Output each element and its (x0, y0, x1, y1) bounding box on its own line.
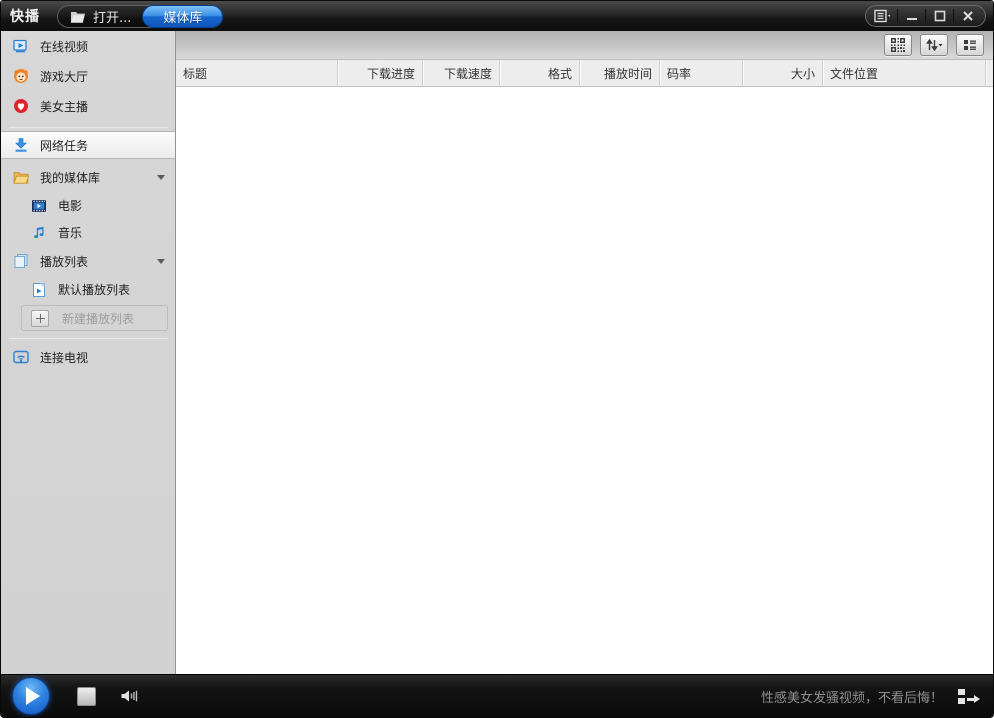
online-video-icon (13, 38, 29, 54)
sidebar-item-label: 电影 (58, 197, 82, 214)
sidebar-item-label: 在线视频 (40, 38, 88, 55)
sidebar-item-game-hall[interactable]: 游戏大厅 (1, 61, 175, 91)
sidebar-item-label: 默认播放列表 (58, 281, 130, 298)
column-header-download-progress[interactable]: 下载进度 (337, 60, 422, 86)
close-icon (962, 10, 974, 22)
app-logo: 快播 (10, 6, 40, 26)
main-panel: 标题 下载进度 下载速度 格式 播放时间 码率 大小 文件位置 (176, 31, 993, 674)
tab-media-library[interactable]: 媒体库 (142, 5, 223, 28)
music-note-icon (31, 225, 47, 241)
bottom-right-group: 性感美女发骚视频，不看后悔！ (761, 687, 980, 706)
sort-icon (925, 38, 943, 52)
sidebar-item-label: 网络任务 (40, 137, 88, 154)
divider (9, 338, 168, 339)
sidebar-item-label: 我的媒体库 (40, 169, 100, 186)
open-file-button[interactable]: 打开... (58, 6, 143, 27)
media-library-label: 媒体库 (163, 7, 202, 26)
content-toolbar (176, 31, 993, 59)
promo-text[interactable]: 性感美女发骚视频，不看后悔！ (761, 687, 943, 706)
titlebar-tab-group: 打开... 媒体库 (57, 5, 223, 28)
qr-code-icon (891, 38, 905, 52)
window-controls (865, 5, 986, 27)
playback-bar: 性感美女发骚视频，不看后悔！ (1, 674, 993, 717)
main-body: 在线视频 游戏大厅 (1, 31, 993, 674)
game-hall-icon (13, 68, 29, 84)
app-window: 快播 打开... 媒体库 (0, 0, 994, 718)
play-button[interactable] (12, 677, 50, 715)
open-file-label: 打开... (93, 7, 131, 26)
maximize-button[interactable] (926, 6, 953, 26)
sort-button[interactable] (920, 34, 948, 56)
list-view-icon (963, 39, 977, 51)
beauty-anchor-icon (13, 98, 29, 114)
sidebar-item-label: 游戏大厅 (40, 68, 88, 85)
play-icon (26, 687, 40, 705)
qr-code-button[interactable] (884, 34, 912, 56)
sidebar-item-movies[interactable]: 电影 (1, 192, 175, 219)
sidebar-item-music[interactable]: 音乐 (1, 219, 175, 246)
playlist-stack-icon (13, 253, 29, 269)
sidebar: 在线视频 游戏大厅 (1, 31, 176, 674)
sidebar-item-my-media-library[interactable]: 我的媒体库 (1, 162, 175, 192)
sidebar-item-online-video[interactable]: 在线视频 (1, 31, 175, 61)
column-header-file-location[interactable]: 文件位置 (822, 60, 985, 86)
volume-button[interactable] (120, 688, 138, 704)
chevron-down-icon[interactable] (157, 259, 165, 264)
close-button[interactable] (954, 6, 981, 26)
sidebar-item-default-playlist[interactable]: 默认播放列表 (1, 276, 175, 303)
folder-icon (13, 169, 29, 185)
connect-tv-icon (13, 349, 29, 365)
column-header-format[interactable]: 格式 (499, 60, 579, 86)
media-list-area[interactable] (176, 87, 993, 674)
column-header-size[interactable]: 大小 (742, 60, 822, 86)
sidebar-item-playlists[interactable]: 播放列表 (1, 246, 175, 276)
sidebar-item-label: 美女主播 (40, 98, 88, 115)
maximize-icon (934, 10, 946, 22)
switch-playlist-icon[interactable] (958, 688, 980, 705)
column-header-play-time[interactable]: 播放时间 (579, 60, 659, 86)
movie-icon (31, 198, 47, 214)
column-header-spacer (985, 60, 993, 86)
volume-icon (120, 688, 138, 704)
download-task-icon (13, 137, 29, 153)
main-menu-icon (874, 9, 893, 23)
column-header-title[interactable]: 标题 (176, 60, 337, 86)
sidebar-item-connect-tv[interactable]: 连接电视 (1, 342, 175, 372)
plus-icon (31, 310, 49, 327)
sidebar-item-beauty-anchor[interactable]: 美女主播 (1, 91, 175, 121)
minimize-button[interactable] (898, 6, 925, 26)
column-header-download-speed[interactable]: 下载速度 (422, 60, 499, 86)
new-playlist-button[interactable]: 新建播放列表 (21, 305, 168, 331)
sidebar-item-label: 连接电视 (40, 349, 88, 366)
sidebar-item-network-tasks[interactable]: 网络任务 (1, 131, 175, 159)
playlist-page-icon (31, 282, 47, 298)
table-header: 标题 下载进度 下载速度 格式 播放时间 码率 大小 文件位置 (176, 59, 993, 87)
main-menu-button[interactable] (870, 6, 897, 26)
chevron-down-icon[interactable] (157, 175, 165, 180)
titlebar: 快播 打开... 媒体库 (1, 1, 993, 31)
sidebar-item-label: 音乐 (58, 224, 82, 241)
column-header-bitrate[interactable]: 码率 (659, 60, 742, 86)
folder-open-icon (70, 8, 86, 24)
new-playlist-label: 新建播放列表 (62, 310, 134, 327)
divider (9, 127, 168, 128)
stop-button[interactable] (77, 687, 96, 706)
sidebar-item-label: 播放列表 (40, 253, 88, 270)
minimize-icon (906, 10, 918, 22)
list-view-button[interactable] (956, 34, 984, 56)
